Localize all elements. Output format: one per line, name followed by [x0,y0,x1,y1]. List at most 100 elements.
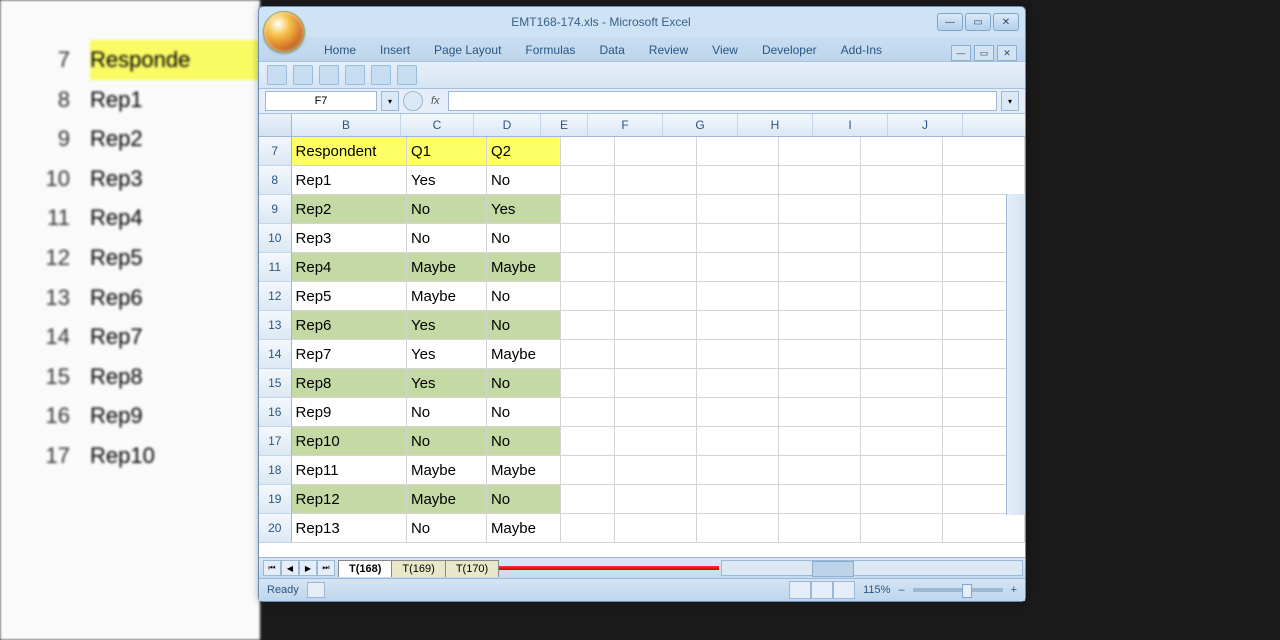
cell-C12[interactable]: Maybe [407,282,487,311]
cell-H20[interactable] [779,514,861,543]
ribbon-tab-page-layout[interactable]: Page Layout [424,39,511,61]
cell-J7[interactable] [943,137,1025,166]
cell-F20[interactable] [615,514,697,543]
cell-G7[interactable] [697,137,779,166]
cell-I13[interactable] [861,311,943,340]
cell-H15[interactable] [779,369,861,398]
select-all-corner[interactable] [259,114,292,136]
cell-G15[interactable] [697,369,779,398]
cell-I16[interactable] [861,398,943,427]
cell-I17[interactable] [861,427,943,456]
cell-F11[interactable] [615,253,697,282]
cell-G10[interactable] [697,224,779,253]
row-header[interactable]: 9 [259,195,292,224]
row-header[interactable]: 15 [259,369,292,398]
cell-E11[interactable] [561,253,615,282]
cell-H19[interactable] [779,485,861,514]
column-header-E[interactable]: E [541,114,588,136]
ribbon-tab-insert[interactable]: Insert [370,39,420,61]
sheet-tab-active[interactable]: T(168) [338,560,392,577]
cell-D10[interactable]: No [487,224,561,253]
formula-input[interactable] [448,91,997,111]
column-header-F[interactable]: F [588,114,663,136]
minimize-button[interactable]: — [937,13,963,31]
page-layout-view-button[interactable] [811,581,833,599]
ribbon-tab-review[interactable]: Review [639,39,698,61]
cell-G12[interactable] [697,282,779,311]
cell-H14[interactable] [779,340,861,369]
cell-G9[interactable] [697,195,779,224]
cell-H9[interactable] [779,195,861,224]
cell-F8[interactable] [615,166,697,195]
cell-F14[interactable] [615,340,697,369]
cell-B9[interactable]: Rep2 [292,195,407,224]
cell-H12[interactable] [779,282,861,311]
cell-E19[interactable] [561,485,615,514]
cell-C9[interactable]: No [407,195,487,224]
column-header-G[interactable]: G [663,114,738,136]
cell-F17[interactable] [615,427,697,456]
cell-B20[interactable]: Rep13 [292,514,407,543]
cell-B11[interactable]: Rep4 [292,253,407,282]
cell-I7[interactable] [861,137,943,166]
cell-F10[interactable] [615,224,697,253]
cell-E8[interactable] [561,166,615,195]
cell-B19[interactable]: Rep12 [292,485,407,514]
sheet-tab-red[interactable] [499,566,719,570]
office-button[interactable] [263,11,305,53]
cell-I15[interactable] [861,369,943,398]
cell-H8[interactable] [779,166,861,195]
last-sheet-button[interactable]: ⏭ [317,560,335,576]
cell-I8[interactable] [861,166,943,195]
cell-E9[interactable] [561,195,615,224]
cell-I18[interactable] [861,456,943,485]
mdi-close-button[interactable]: ✕ [997,45,1017,61]
mdi-restore-button[interactable]: ▭ [974,45,994,61]
row-header[interactable]: 11 [259,253,292,282]
cell-B14[interactable]: Rep7 [292,340,407,369]
cell-H17[interactable] [779,427,861,456]
row-header[interactable]: 13 [259,311,292,340]
cell-G16[interactable] [697,398,779,427]
cell-B15[interactable]: Rep8 [292,369,407,398]
cell-G20[interactable] [697,514,779,543]
cell-C17[interactable]: No [407,427,487,456]
fx-circle-icon[interactable] [403,91,423,111]
cell-C11[interactable]: Maybe [407,253,487,282]
ribbon-tab-home[interactable]: Home [314,39,366,61]
horizontal-scrollbar[interactable] [721,560,1023,576]
cell-F16[interactable] [615,398,697,427]
ribbon-tab-developer[interactable]: Developer [752,39,827,61]
row-header[interactable]: 10 [259,224,292,253]
cell-D13[interactable]: No [487,311,561,340]
cell-E7[interactable] [561,137,615,166]
column-header-D[interactable]: D [474,114,541,136]
vertical-scrollbar[interactable] [1006,194,1025,515]
cell-I11[interactable] [861,253,943,282]
row-header[interactable]: 14 [259,340,292,369]
cell-E16[interactable] [561,398,615,427]
macro-record-icon[interactable] [307,582,325,598]
cell-D19[interactable]: No [487,485,561,514]
column-header-C[interactable]: C [401,114,474,136]
cell-F15[interactable] [615,369,697,398]
ribbon-tab-formulas[interactable]: Formulas [515,39,585,61]
cell-E12[interactable] [561,282,615,311]
cell-D20[interactable]: Maybe [487,514,561,543]
cell-F19[interactable] [615,485,697,514]
close-button[interactable]: ✕ [993,13,1019,31]
cell-B13[interactable]: Rep6 [292,311,407,340]
cell-J8[interactable] [943,166,1025,195]
cell-J20[interactable] [943,514,1025,543]
cell-E14[interactable] [561,340,615,369]
print-icon[interactable] [345,65,365,85]
ribbon-tab-add-ins[interactable]: Add-Ins [831,39,892,61]
prev-sheet-button[interactable]: ◀ [281,560,299,576]
cell-E18[interactable] [561,456,615,485]
cell-B17[interactable]: Rep10 [292,427,407,456]
column-header-H[interactable]: H [738,114,813,136]
cell-E15[interactable] [561,369,615,398]
cell-F7[interactable] [615,137,697,166]
cell-F18[interactable] [615,456,697,485]
cell-C20[interactable]: No [407,514,487,543]
